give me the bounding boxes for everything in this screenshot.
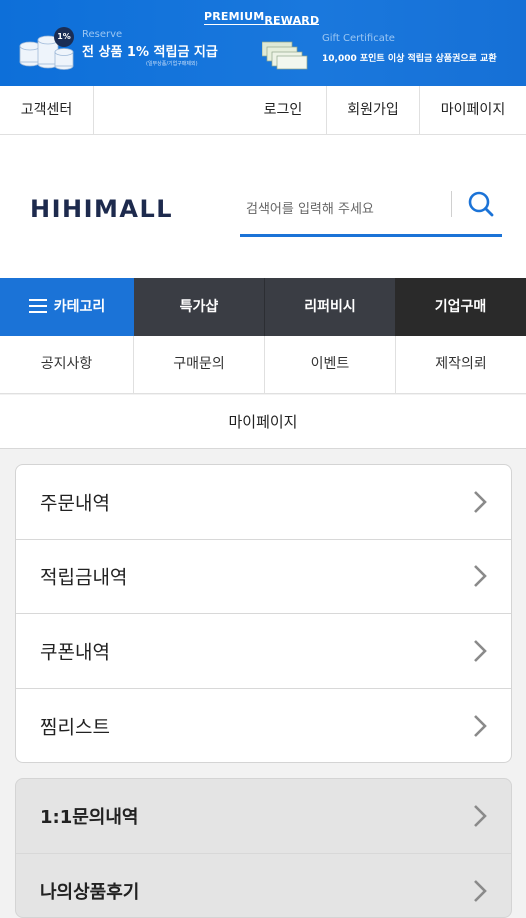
menu-item-wishlist[interactable]: 찜리스트 (16, 689, 511, 764)
page-title: 마이페이지 (0, 395, 526, 449)
menu-item-label: 1:1문의내역 (40, 803, 139, 829)
top-links-bar: 고객센터 로그인 회원가입 마이페이지 (0, 86, 526, 135)
gift-eng-label: Gift Certificate (322, 33, 395, 44)
reward-word: REWARD (264, 14, 319, 27)
site-logo[interactable]: HIHIMALL (30, 195, 173, 223)
promo-banner[interactable]: 1% Reserve 전 상품 1% 적립금 지급 (일부상품/기업구매제외) … (0, 0, 526, 86)
subnav-production-request[interactable]: 제작의뢰 (396, 336, 526, 394)
premium-word: PREMIUM (204, 10, 264, 23)
menu-item-reserve-history[interactable]: 적립금내역 (16, 540, 511, 615)
mypage-link[interactable]: 마이페이지 (420, 86, 526, 135)
chevron-right-icon (473, 804, 487, 828)
reserve-main-text: 전 상품 1% 적립금 지급 (82, 41, 218, 60)
premium-divider (204, 24, 319, 25)
menu-item-label: 적립금내역 (40, 563, 127, 590)
menu-item-label: 찜리스트 (40, 712, 110, 739)
mypage-secondary-card: 1:1문의내역 나의상품후기 (15, 778, 512, 918)
menu-item-coupons[interactable]: 쿠폰내역 (16, 614, 511, 689)
login-link[interactable]: 로그인 (240, 86, 326, 135)
site-header: HIHIMALL (0, 135, 526, 278)
search-divider (451, 191, 452, 217)
reserve-sub-text: (일부상품/기업구매제외) (146, 60, 198, 67)
nav-special-shop[interactable]: 특가샵 (134, 278, 264, 336)
premium-reward-title: PREMIUMREWARD (204, 10, 319, 23)
menu-item-label: 주문내역 (40, 488, 110, 515)
nav-corporate[interactable]: 기업구매 (395, 278, 526, 336)
menu-item-my-reviews[interactable]: 나의상품후기 (16, 854, 511, 918)
gift-certificate-icon (262, 40, 308, 70)
menu-item-orders[interactable]: 주문내역 (16, 465, 511, 540)
chevron-right-icon (473, 639, 487, 663)
chevron-right-icon (473, 714, 487, 738)
nav-refurbished[interactable]: 리퍼비시 (264, 278, 395, 336)
customer-center-link[interactable]: 고객센터 (0, 86, 94, 135)
menu-item-inquiries[interactable]: 1:1문의내역 (16, 779, 511, 854)
search-input[interactable] (244, 201, 440, 218)
menu-item-label: 쿠폰내역 (40, 637, 110, 664)
chevron-right-icon (473, 564, 487, 588)
subnav-purchase-inquiry[interactable]: 구매문의 (134, 336, 264, 394)
reserve-badge: 1% (54, 27, 74, 47)
search-box (240, 185, 502, 237)
search-icon[interactable] (466, 189, 496, 219)
sub-nav: 공지사항 구매문의 이벤트 제작의뢰 (0, 336, 526, 394)
mypage-menu-card: 주문내역 적립금내역 쿠폰내역 찜리스트 (15, 464, 512, 763)
main-nav: 카테고리 특가샵 리퍼비시 기업구매 (0, 278, 526, 336)
hamburger-icon (29, 299, 47, 313)
subnav-notice[interactable]: 공지사항 (0, 336, 133, 394)
gift-main-text: 10,000 포인트 이상 적립금 상품권으로 교환 (322, 51, 497, 64)
signup-link[interactable]: 회원가입 (327, 86, 419, 135)
chevron-right-icon (473, 879, 487, 903)
reserve-eng-label: Reserve (82, 29, 122, 40)
chevron-right-icon (473, 490, 487, 514)
category-label: 카테고리 (54, 299, 106, 315)
subnav-event[interactable]: 이벤트 (265, 336, 395, 394)
category-menu-button[interactable]: 카테고리 (0, 278, 134, 336)
